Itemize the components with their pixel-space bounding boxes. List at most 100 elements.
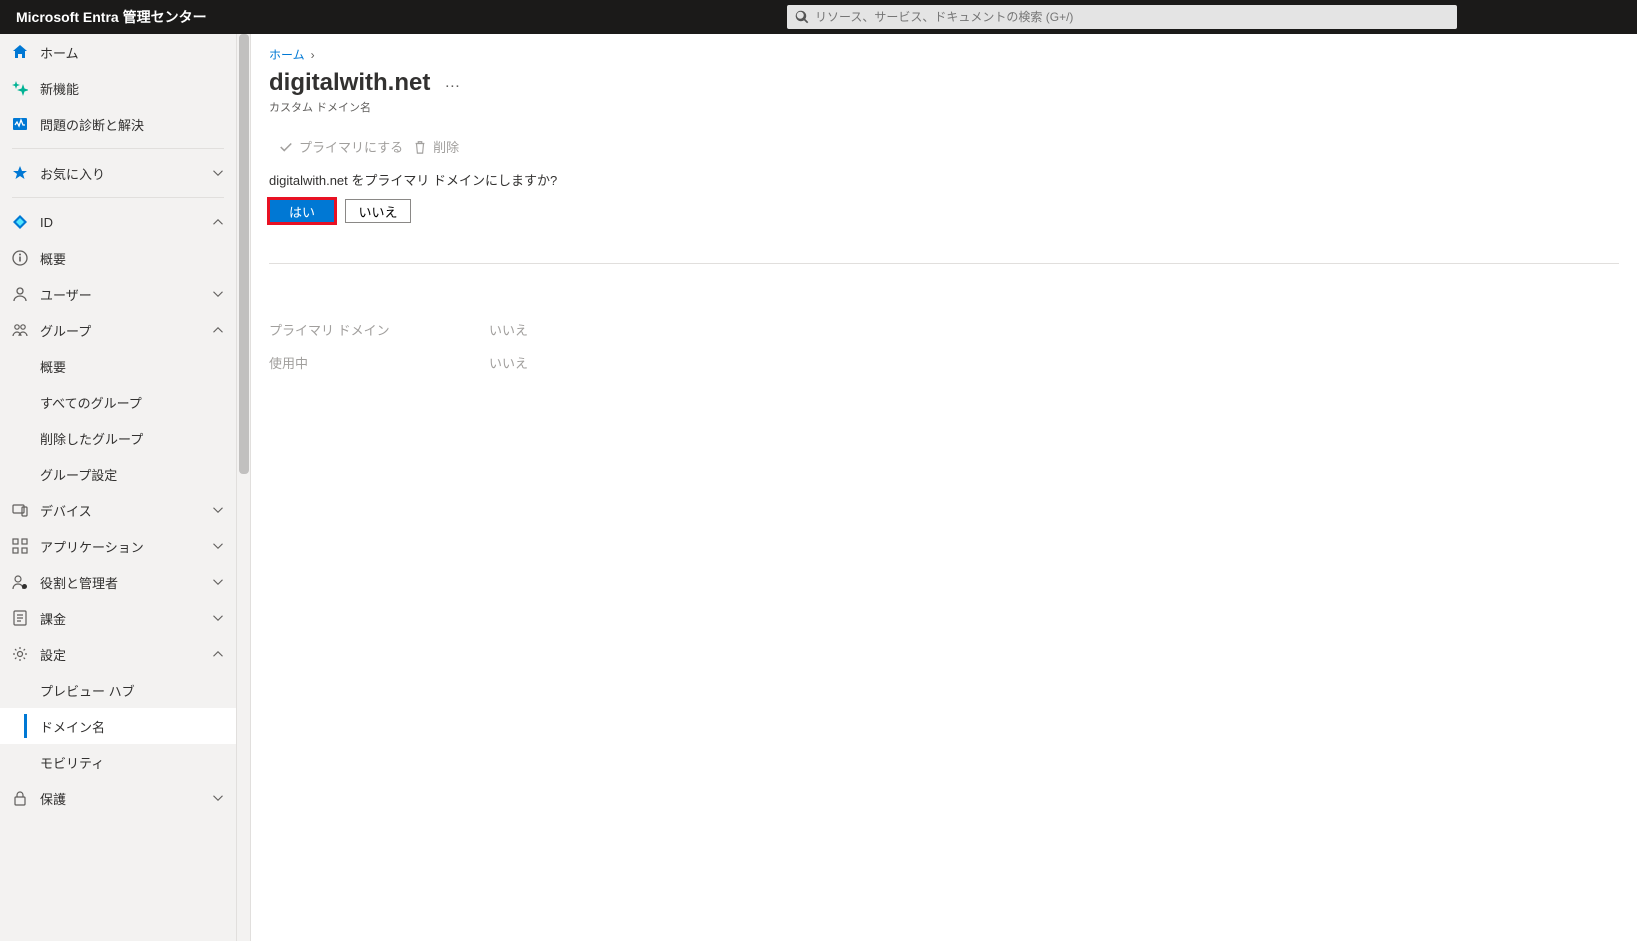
more-options-button[interactable]: … — [444, 74, 461, 92]
chevron-up-icon — [212, 324, 224, 336]
sidebar-item-label: 概要 — [40, 357, 224, 376]
sidebar-item-label: ドメイン名 — [40, 717, 224, 736]
diagnose-icon — [12, 116, 28, 132]
detail-label: 使用中 — [269, 353, 489, 372]
sidebar-item-favorites[interactable]: お気に入り — [0, 155, 236, 191]
sidebar-item-applications[interactable]: アプリケーション — [0, 528, 236, 564]
yes-button[interactable]: はい — [269, 199, 335, 223]
detail-value: いいえ — [489, 353, 528, 372]
chevron-up-icon — [212, 216, 224, 228]
sidebar-item-label: ID — [40, 215, 212, 230]
trash-icon — [413, 140, 427, 154]
apps-icon — [12, 538, 28, 554]
sidebar-item-label: ユーザー — [40, 285, 212, 304]
detail-row-primary: プライマリ ドメイン いいえ — [269, 320, 1619, 339]
info-icon — [12, 250, 28, 266]
sidebar-item-label: モビリティ — [40, 753, 224, 772]
breadcrumb: ホーム › — [269, 46, 1619, 63]
gear-icon — [12, 646, 28, 662]
star-icon — [12, 165, 28, 181]
home-icon — [12, 44, 28, 60]
sidebar-item-domain-names[interactable]: ドメイン名 — [0, 708, 236, 744]
sidebar-item-settings[interactable]: 設定 — [0, 636, 236, 672]
breadcrumb-home[interactable]: ホーム — [269, 46, 305, 63]
sidebar-item-label: デバイス — [40, 501, 212, 520]
sidebar-item-groups-overview[interactable]: 概要 — [0, 348, 236, 384]
sidebar-item-overview[interactable]: 概要 — [0, 240, 236, 276]
sidebar-item-devices[interactable]: デバイス — [0, 492, 236, 528]
sidebar-item-label: ホーム — [40, 43, 224, 62]
toolbar-label: プライマリにする — [299, 137, 403, 156]
sidebar-divider — [12, 148, 224, 149]
make-primary-button[interactable]: プライマリにする — [279, 137, 403, 156]
sidebar-item-id[interactable]: ID — [0, 204, 236, 240]
sidebar-item-label: アプリケーション — [40, 537, 212, 556]
sidebar-item-label: 問題の診断と解決 — [40, 115, 224, 134]
app-header: Microsoft Entra 管理センター — [0, 0, 1637, 34]
chevron-up-icon — [212, 648, 224, 660]
sidebar-item-label: 新機能 — [40, 79, 224, 98]
global-search[interactable] — [787, 5, 1457, 29]
sidebar-item-groups[interactable]: グループ — [0, 312, 236, 348]
confirm-message: digitalwith.net をプライマリ ドメインにしますか? — [269, 170, 1619, 189]
group-icon — [12, 322, 28, 338]
billing-icon — [12, 610, 28, 626]
command-bar: プライマリにする 削除 — [269, 133, 1619, 164]
sidebar-item-preview-hub[interactable]: プレビュー ハブ — [0, 672, 236, 708]
sidebar-item-label: 課金 — [40, 609, 212, 628]
page-title: digitalwith.net — [269, 69, 430, 97]
sidebar-item-whatsnew[interactable]: 新機能 — [0, 70, 236, 106]
sidebar-item-users[interactable]: ユーザー — [0, 276, 236, 312]
sidebar-item-home[interactable]: ホーム — [0, 34, 236, 70]
detail-label: プライマリ ドメイン — [269, 320, 489, 339]
device-icon — [12, 502, 28, 518]
admin-icon — [12, 574, 28, 590]
search-icon — [795, 10, 809, 24]
chevron-down-icon — [212, 540, 224, 552]
details-section: プライマリ ドメイン いいえ 使用中 いいえ — [269, 320, 1619, 372]
chevron-right-icon: › — [311, 48, 315, 62]
confirm-buttons: はい いいえ — [269, 199, 1619, 223]
sidebar-item-label: グループ設定 — [40, 465, 224, 484]
sparkle-icon — [12, 80, 28, 96]
chevron-down-icon — [212, 792, 224, 804]
chevron-down-icon — [212, 167, 224, 179]
sidebar-item-roles[interactable]: 役割と管理者 — [0, 564, 236, 600]
detail-value: いいえ — [489, 320, 528, 339]
detail-row-inuse: 使用中 いいえ — [269, 353, 1619, 372]
user-icon — [12, 286, 28, 302]
sidebar-divider — [12, 197, 224, 198]
chevron-down-icon — [212, 504, 224, 516]
sidebar-item-mobility[interactable]: モビリティ — [0, 744, 236, 780]
sidebar-item-billing[interactable]: 課金 — [0, 600, 236, 636]
sidebar-item-groups-all[interactable]: すべてのグループ — [0, 384, 236, 420]
delete-button[interactable]: 削除 — [413, 137, 459, 156]
page-subtitle: カスタム ドメイン名 — [269, 99, 1619, 115]
chevron-down-icon — [212, 612, 224, 624]
sidebar-scrollbar[interactable] — [237, 34, 251, 941]
chevron-down-icon — [212, 576, 224, 588]
sidebar-item-label: 概要 — [40, 249, 224, 268]
scrollbar-thumb[interactable] — [239, 34, 249, 474]
sidebar: ホーム 新機能 問題の診断と解決 お気に入り ID 概要 ユ — [0, 34, 237, 941]
main-content: ホーム › digitalwith.net … カスタム ドメイン名 プライマリ… — [251, 34, 1637, 941]
check-icon — [279, 140, 293, 154]
sidebar-item-protection[interactable]: 保護 — [0, 780, 236, 816]
sidebar-item-groups-deleted[interactable]: 削除したグループ — [0, 420, 236, 456]
toolbar-label: 削除 — [433, 137, 459, 156]
sidebar-item-label: 削除したグループ — [40, 429, 224, 448]
search-input[interactable] — [815, 10, 1449, 24]
no-button[interactable]: いいえ — [345, 199, 411, 223]
sidebar-item-diagnose[interactable]: 問題の診断と解決 — [0, 106, 236, 142]
sidebar-item-label: グループ — [40, 321, 212, 340]
sidebar-item-label: すべてのグループ — [40, 393, 224, 412]
id-diamond-icon — [12, 214, 28, 230]
chevron-down-icon — [212, 288, 224, 300]
sidebar-item-label: 設定 — [40, 645, 212, 664]
brand-title: Microsoft Entra 管理センター — [0, 7, 223, 27]
sidebar-item-groups-settings[interactable]: グループ設定 — [0, 456, 236, 492]
sidebar-item-label: 役割と管理者 — [40, 573, 212, 592]
sidebar-item-label: 保護 — [40, 789, 212, 808]
sidebar-item-label: プレビュー ハブ — [40, 681, 224, 700]
sidebar-item-label: お気に入り — [40, 164, 212, 183]
